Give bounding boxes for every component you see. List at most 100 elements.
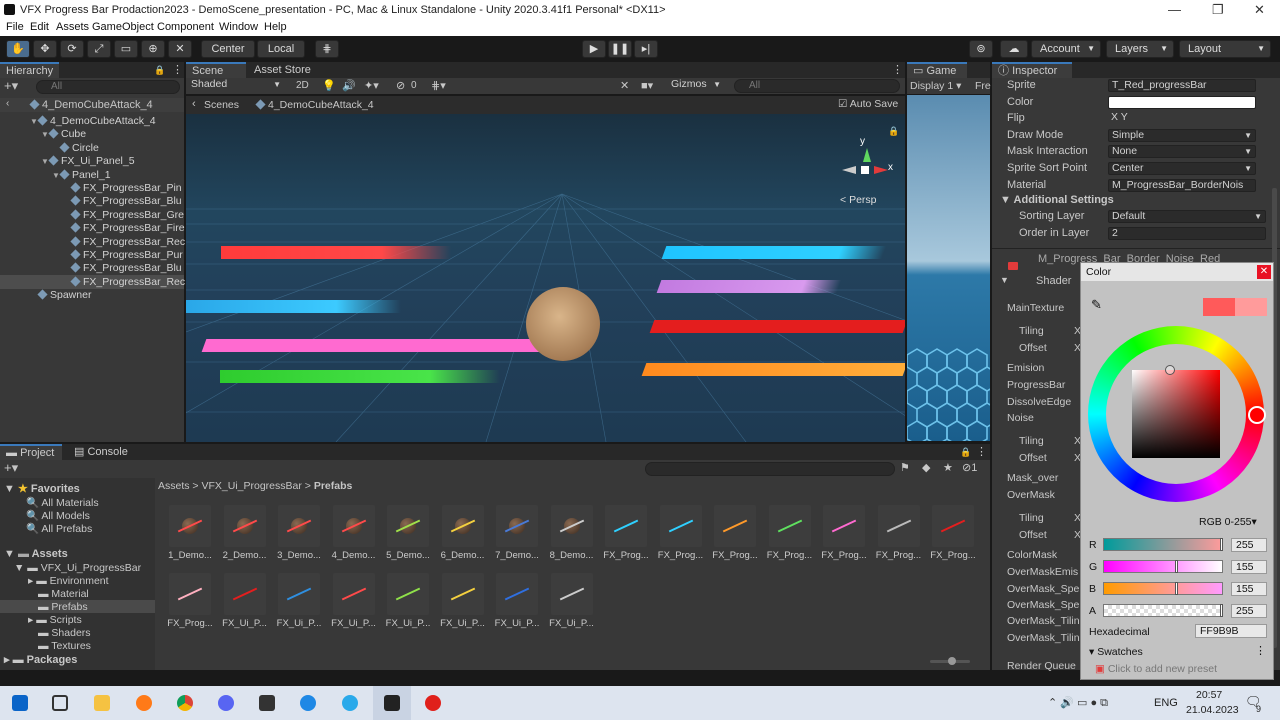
hierarchy-item[interactable]: FX_ProgressBar_Blu	[63, 262, 182, 275]
asset-item[interactable]: FX_Ui_P...	[222, 573, 268, 629]
move-tool-icon[interactable]: ✥	[33, 40, 57, 58]
asset-item[interactable]: 3_Demo...	[276, 505, 322, 561]
fav-all-materials[interactable]: 🔍 All Materials	[26, 496, 99, 509]
progress-bar-blue-right[interactable]	[661, 246, 887, 259]
tools-icon[interactable]: ✕	[620, 79, 629, 92]
progress-bar-green[interactable]	[220, 370, 500, 383]
camera-icon[interactable]: ■▾	[641, 79, 653, 92]
saturation-value-square[interactable]	[1132, 370, 1220, 458]
slider-handle-icon[interactable]	[1220, 604, 1223, 617]
gizmo-y-axis-icon[interactable]	[863, 148, 871, 162]
autosave-toggle[interactable]: ☑ Auto Save	[838, 98, 898, 110]
hierarchy-item[interactable]: ▼ 4_DemoCubeAttack_4	[30, 115, 156, 128]
channel-value-input[interactable]: 255	[1231, 604, 1267, 618]
collapse-arrow-icon[interactable]: ▼	[1000, 275, 1009, 285]
current-color-swatch[interactable]	[1235, 298, 1267, 316]
hue-wheel[interactable]	[1088, 326, 1266, 502]
menu-file[interactable]: File	[6, 21, 24, 33]
minimize-icon[interactable]: —	[1168, 2, 1181, 17]
unity-hub-icon[interactable]	[259, 695, 275, 711]
tab-scene[interactable]: Scene	[186, 62, 246, 78]
hierarchy-item[interactable]: FX_ProgressBar_Blu	[63, 195, 182, 208]
back-arrow-icon[interactable]: ‹	[192, 98, 196, 110]
hierarchy-item[interactable]: FX_ProgressBar_Rec	[63, 276, 185, 289]
channel-value-input[interactable]: 155	[1231, 582, 1267, 596]
aspect-dropdown[interactable]: Fre	[975, 80, 991, 92]
telegram-icon[interactable]	[342, 695, 358, 711]
tab-console[interactable]: ▤ Console	[68, 444, 134, 460]
thumbnail-size-slider[interactable]	[930, 657, 970, 665]
menu-window[interactable]: Window	[219, 21, 258, 33]
menu-help[interactable]: Help	[264, 21, 287, 33]
menu-dots-icon[interactable]: ⋮	[172, 62, 183, 78]
channel-slider[interactable]	[1103, 538, 1223, 551]
folder-vfx[interactable]: ▼ ▬ VFX_Ui_ProgressBar	[14, 562, 141, 574]
lock-icon[interactable]: 🔒	[154, 62, 165, 78]
asset-item[interactable]: FX_Prog...	[658, 505, 704, 561]
hierarchy-item[interactable]: Circle	[52, 142, 99, 155]
hidden-packages-icon[interactable]: ⊘1	[962, 461, 977, 474]
breadcrumb-prefabs[interactable]: Prefabs	[314, 480, 353, 492]
hand-tool-icon[interactable]: ✋	[6, 40, 30, 58]
asset-item[interactable]: FX_Prog...	[712, 505, 758, 561]
channel-value-input[interactable]: 155	[1231, 560, 1267, 574]
game-view[interactable]	[907, 95, 990, 441]
hue-handle-icon[interactable]	[1248, 406, 1266, 424]
hierarchy-item[interactable]: Spawner	[30, 289, 91, 302]
asset-item[interactable]: FX_Ui_P...	[440, 573, 486, 629]
breadcrumb-scenes[interactable]: Scenes	[204, 99, 239, 111]
menu-component[interactable]: Component	[157, 21, 214, 33]
asset-item[interactable]: 4_Demo...	[331, 505, 377, 561]
close-icon[interactable]: ✕	[1257, 265, 1271, 279]
asset-item[interactable]: 1_Demo...	[167, 505, 213, 561]
channel-slider[interactable]	[1103, 560, 1223, 573]
progress-bar-purple[interactable]	[656, 280, 842, 293]
favorite-icon[interactable]: ★	[943, 461, 953, 474]
hidden-objects-icon[interactable]: ⊘	[396, 79, 405, 92]
gizmo-center-icon[interactable]	[861, 166, 869, 174]
menu-assets[interactable]: Assets	[56, 21, 89, 33]
inspector-row-field[interactable]: X Y	[1108, 112, 1256, 125]
project-search-input[interactable]	[645, 462, 895, 476]
cloud-icon[interactable]: ☁	[1000, 40, 1028, 58]
asset-item[interactable]: FX_Prog...	[767, 505, 813, 561]
scene-root-row[interactable]: ‹ 4_DemoCubeAttack_4	[0, 98, 184, 112]
slider-handle-icon[interactable]	[948, 657, 956, 665]
windows-start-icon[interactable]	[12, 695, 28, 711]
hierarchy-item[interactable]: FX_ProgressBar_Rec	[63, 236, 185, 249]
pivot-center-button[interactable]: Center	[201, 40, 255, 58]
record-icon[interactable]	[425, 695, 441, 711]
scale-tool-icon[interactable]: ⤢	[87, 40, 111, 58]
audio-icon[interactable]: 🔊	[342, 79, 356, 92]
swatches-header[interactable]: ▾ Swatches	[1089, 646, 1143, 658]
expand-arrow-icon[interactable]: ▼	[30, 115, 38, 128]
pause-button[interactable]: ❚❚	[608, 40, 632, 58]
slider-handle-icon[interactable]	[1220, 538, 1223, 551]
slider-handle-icon[interactable]	[1174, 582, 1178, 595]
hierarchy-item[interactable]: ▼ Cube	[41, 128, 86, 141]
asset-item[interactable]: FX_Ui_P...	[385, 573, 431, 629]
inspector-row-field[interactable]: Center ▼	[1108, 162, 1256, 175]
folder-shaders[interactable]: ▬ Shaders	[38, 627, 91, 639]
hex-input[interactable]: FF9B9B	[1195, 624, 1267, 638]
tab-inspector[interactable]: ⓘ Inspector	[992, 62, 1072, 78]
slider-handle-icon[interactable]	[1174, 560, 1178, 573]
language-indicator[interactable]: ENG	[1154, 697, 1178, 709]
gizmo-neg-x-icon[interactable]	[842, 166, 856, 174]
shading-mode-dropdown[interactable]: Shaded ▼	[188, 79, 284, 92]
asset-item[interactable]: FX_Prog...	[930, 505, 976, 561]
progress-bar-pink[interactable]	[201, 339, 585, 352]
asset-item[interactable]: 2_Demo...	[222, 505, 268, 561]
lock-icon[interactable]: 🔒	[960, 444, 971, 460]
transform-tool-icon[interactable]: ⊕	[141, 40, 165, 58]
asset-item[interactable]: FX_Prog...	[167, 573, 213, 629]
close-icon[interactable]: ✕	[1254, 2, 1265, 18]
asset-item[interactable]: 8_Demo...	[549, 505, 595, 561]
folder-material[interactable]: ▬ Material	[38, 588, 89, 600]
expand-arrow-icon[interactable]: ▼	[41, 128, 49, 141]
hierarchy-item[interactable]: ▼ FX_Ui_Panel_5	[41, 155, 135, 168]
step-button[interactable]: ▸|	[634, 40, 658, 58]
label-icon[interactable]: ◆	[922, 461, 930, 474]
back-arrow-icon[interactable]: ‹	[6, 98, 9, 109]
breadcrumb-assets[interactable]: Assets	[158, 480, 190, 492]
